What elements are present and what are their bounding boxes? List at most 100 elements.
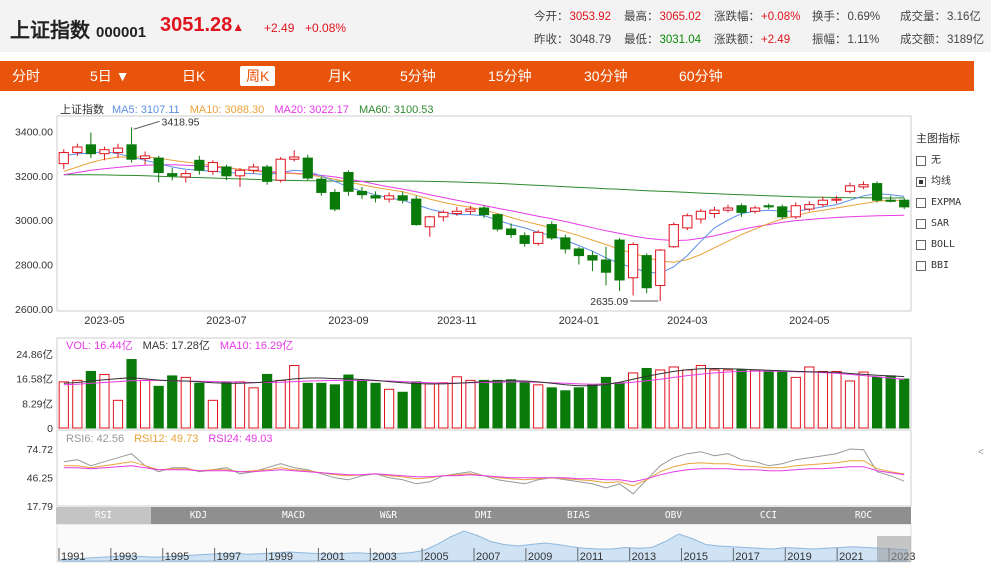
overview-year-label: 2013 xyxy=(632,551,656,563)
candle xyxy=(85,132,96,159)
indicator-option-label: 均线 xyxy=(931,175,951,187)
candle xyxy=(844,182,856,194)
indicator-option[interactable]: EXPMA xyxy=(916,192,961,213)
candle xyxy=(248,163,259,174)
candle xyxy=(316,176,327,196)
checkbox-icon[interactable] xyxy=(916,239,926,250)
candle xyxy=(411,195,422,226)
indicator-option[interactable]: 无 xyxy=(916,150,961,171)
overview-x-axis: 1991 1993 1995 1997 1999 2001 2003 2005 2007 2009… xyxy=(58,548,915,563)
candle xyxy=(817,196,828,207)
indicator-tab[interactable]: MACD xyxy=(246,507,341,524)
checkbox-icon[interactable] xyxy=(916,218,926,229)
x-tick-label: 2023-07 xyxy=(206,315,246,327)
main-chart-title: 上证指数 xyxy=(60,102,104,116)
y-tick-label: 3200.00 xyxy=(15,171,53,183)
volume-bar xyxy=(885,375,896,429)
candle xyxy=(587,251,598,272)
indicator-option[interactable]: 均线 xyxy=(916,171,961,192)
indicator-tab[interactable]: KDJ xyxy=(151,507,246,524)
volume-bar xyxy=(560,390,571,429)
volume-bar xyxy=(858,371,869,429)
indicator-tab[interactable]: W&R xyxy=(341,507,436,524)
stock-chart: 3400.00 3200.00 3000.00 2800.00 2600.00 上证指数 M… xyxy=(15,102,915,563)
x-tick-label: 2023-09 xyxy=(328,315,368,327)
candle xyxy=(858,181,869,190)
checkbox-icon[interactable] xyxy=(916,260,926,271)
volume-bar xyxy=(180,376,191,429)
main-y-axis: 3400.00 3200.00 3000.00 2800.00 2600.00 xyxy=(15,127,53,316)
volume-bar xyxy=(112,399,124,429)
volume-bar xyxy=(682,369,693,429)
candle xyxy=(262,164,273,185)
volume-bar xyxy=(817,370,828,429)
candle xyxy=(668,222,679,248)
candle xyxy=(234,168,246,187)
indicator-tab[interactable]: CCI xyxy=(721,507,816,524)
volume-bar xyxy=(587,384,598,429)
checkbox-icon[interactable] xyxy=(916,155,926,166)
price-annotation: 3418.95 xyxy=(133,116,200,130)
candle xyxy=(560,234,571,254)
indicator-tab[interactable]: OBV xyxy=(626,507,721,524)
y-tick-label: 0 xyxy=(47,423,53,435)
candle xyxy=(777,204,788,220)
checkbox-icon[interactable] xyxy=(916,176,926,187)
indicator-option[interactable]: BBI xyxy=(916,255,961,276)
volume-bar xyxy=(72,379,83,429)
volume-bar xyxy=(411,381,422,429)
candle xyxy=(153,155,164,183)
volume-bar xyxy=(668,366,679,429)
candle xyxy=(478,205,490,218)
main-indicator-panel: 主图指标 无均线 EXPMA SAR BOLL BBI xyxy=(916,130,961,276)
volume-bar xyxy=(777,370,788,429)
candle xyxy=(763,203,774,210)
candle xyxy=(370,191,381,203)
candle xyxy=(167,168,178,181)
indicator-option[interactable]: BOLL xyxy=(916,234,961,255)
svg-text:3418.95: 3418.95 xyxy=(162,116,200,128)
volume-bar xyxy=(519,381,530,429)
volume-bar xyxy=(329,384,340,429)
side-collapse-link[interactable]: < xyxy=(978,447,984,458)
overview-year-label: 2019 xyxy=(787,551,811,563)
candle xyxy=(140,151,151,165)
volume-bar xyxy=(397,391,408,429)
volume-bar xyxy=(478,379,490,429)
overview-year-label: 2009 xyxy=(528,551,552,563)
y-tick-label: 74.72 xyxy=(27,444,53,456)
volume-bar xyxy=(438,382,449,429)
volume-bar xyxy=(763,370,774,429)
volume-bar xyxy=(628,372,639,429)
candle xyxy=(492,213,503,232)
indicator-tab[interactable]: ROC xyxy=(816,507,911,524)
indicator-tab[interactable]: BIAS xyxy=(531,507,626,524)
volume-bar xyxy=(573,387,584,429)
overview-year-label: 1999 xyxy=(269,551,293,563)
indicator-option-label: BOLL xyxy=(931,238,956,250)
candle xyxy=(872,181,883,203)
indicator-option-label: 无 xyxy=(931,154,941,166)
volume-bar xyxy=(384,388,395,429)
legend-entry: MA20: 3022.17 xyxy=(274,104,349,116)
candle xyxy=(831,195,842,204)
indicator-tab[interactable]: DMI xyxy=(436,507,531,524)
overview-year-label: 2021 xyxy=(839,551,863,563)
main-x-axis: 2023-05 2023-07 2023-09 2023-11 2024-01 2024-… xyxy=(84,315,829,327)
candle xyxy=(722,204,734,213)
overview-range-handle[interactable] xyxy=(877,536,911,562)
candle xyxy=(329,189,340,212)
rsi-line xyxy=(63,448,905,495)
checkbox-icon[interactable] xyxy=(916,197,926,208)
indicator-option[interactable]: SAR xyxy=(916,213,961,234)
candle xyxy=(546,221,557,241)
volume-y-axis: 24.86亿 16.58亿 8.29亿 0 xyxy=(16,348,53,435)
candle xyxy=(533,230,544,246)
volume-bar xyxy=(844,380,856,429)
candle xyxy=(641,253,652,294)
volume-bar xyxy=(872,376,883,429)
overview-year-label: 1993 xyxy=(113,551,137,563)
legend-entry: MA5: 17.28亿 xyxy=(143,339,210,352)
indicator-tab[interactable]: RSI xyxy=(56,507,151,524)
x-tick-label: 2023-05 xyxy=(84,315,124,327)
